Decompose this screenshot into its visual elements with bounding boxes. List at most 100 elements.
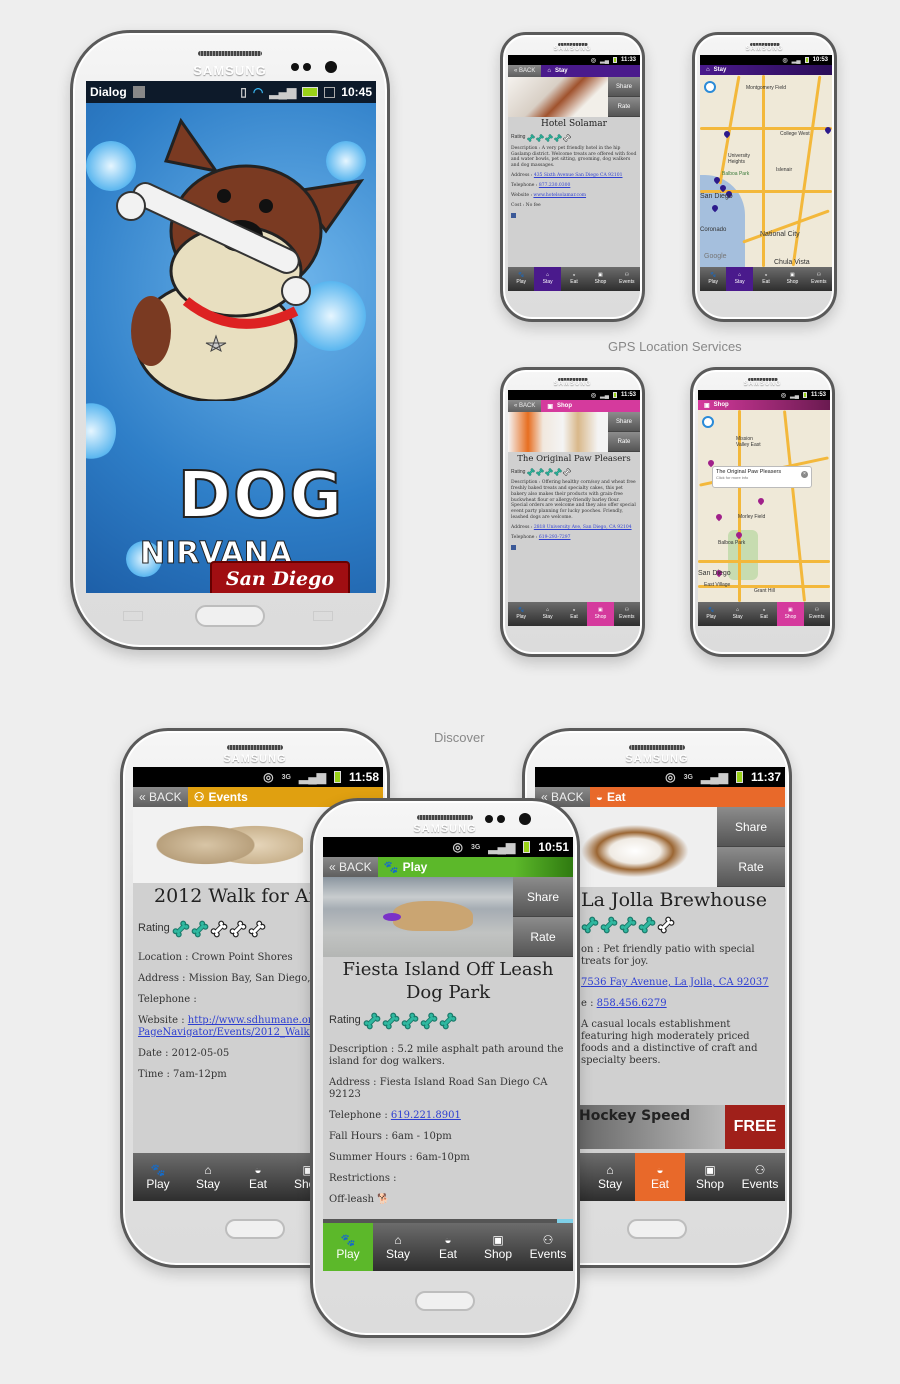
tab-shop[interactable]: ▣ Shop <box>777 602 804 626</box>
bone-empty-icon[interactable] <box>248 920 266 938</box>
bone-empty-icon[interactable] <box>229 920 247 938</box>
share-button[interactable]: Share <box>608 77 640 97</box>
tab-stay[interactable]: ⌂ Stay <box>726 267 753 291</box>
address-link[interactable]: 435 Sixth Avenue San Diego CA 92101 <box>534 173 623 178</box>
bone-filled-icon[interactable] <box>536 133 545 142</box>
back-button[interactable]: « BACK <box>508 400 542 412</box>
tab-play[interactable]: 🐾Play <box>700 267 726 291</box>
rate-button[interactable]: Rate <box>608 432 640 452</box>
tab-stay[interactable]: ⌂ Stay <box>585 1153 635 1201</box>
bone-empty-icon[interactable] <box>563 468 572 476</box>
tab-events[interactable]: ⚇Events <box>735 1153 785 1201</box>
bone-filled-icon[interactable] <box>554 133 563 142</box>
bone-empty-icon[interactable] <box>210 920 228 938</box>
back-key[interactable] <box>313 611 333 621</box>
tab-stay[interactable]: ⌂ Stay <box>534 602 560 626</box>
bone-filled-icon[interactable] <box>439 1012 457 1030</box>
bone-filled-icon[interactable] <box>554 468 563 476</box>
tab-events[interactable]: ⚇Events <box>804 602 830 626</box>
rate-button[interactable]: Rate <box>608 97 640 117</box>
tab-events[interactable]: ⚇Events <box>614 267 640 291</box>
tab-play[interactable]: 🐾Play <box>323 1223 373 1271</box>
map-info-popup[interactable]: The Original Paw Pleasers Click for more… <box>712 466 812 488</box>
bone-empty-icon[interactable] <box>563 133 572 142</box>
bone-filled-icon[interactable] <box>191 920 209 938</box>
bone-empty-icon[interactable] <box>657 916 675 934</box>
tab-shop[interactable]: ▣ Shop <box>587 267 613 291</box>
tab-play[interactable]: 🐾Play <box>133 1153 183 1201</box>
bone-filled-icon[interactable] <box>420 1012 438 1030</box>
tab-play[interactable]: 🐾Play <box>698 602 724 626</box>
bone-filled-icon[interactable] <box>363 1012 381 1030</box>
bone-filled-icon[interactable] <box>619 916 637 934</box>
tab-shop[interactable]: ▣ Shop <box>685 1153 735 1201</box>
share-button[interactable]: Share <box>608 412 640 432</box>
tab-label: Shop <box>483 1246 513 1261</box>
home-button[interactable] <box>415 1291 475 1311</box>
tab-eat[interactable]: ◒ Eat <box>423 1223 473 1271</box>
tab-eat[interactable]: ◒ Eat <box>561 267 587 291</box>
bone-filled-icon[interactable] <box>382 1012 400 1030</box>
bone-filled-icon[interactable] <box>600 916 618 934</box>
address-link[interactable]: 2818 University Ave, San Diego, CA 92104 <box>534 525 632 530</box>
tab-eat[interactable]: ◒ Eat <box>635 1153 685 1201</box>
tab-eat[interactable]: ◒ Eat <box>233 1153 283 1201</box>
website-link[interactable]: www.hotelsolamar.com <box>533 193 586 198</box>
map-pin[interactable] <box>714 512 724 522</box>
home-button[interactable] <box>195 605 265 627</box>
tab-stay[interactable]: ⌂ Stay <box>724 602 750 626</box>
close-icon[interactable]: × <box>801 471 808 478</box>
tab-play[interactable]: 🐾Play <box>508 602 534 626</box>
tab-stay[interactable]: ⌂ Stay <box>183 1153 233 1201</box>
telephone-link[interactable]: 619.221.8901 <box>391 1110 461 1121</box>
ad-cta[interactable]: FREE <box>725 1105 785 1149</box>
tab-shop[interactable]: ▣ Shop <box>779 267 805 291</box>
back-button[interactable]: « BACK <box>323 857 378 877</box>
map-pin[interactable] <box>756 496 766 506</box>
back-button[interactable]: « BACK <box>508 65 542 77</box>
address-link[interactable]: 7536 Fay Avenue, La Jolla, CA 92037 <box>581 977 769 988</box>
rate-button[interactable]: Rate <box>717 847 785 887</box>
map-view[interactable]: Montgomery Field College West University… <box>700 75 832 267</box>
facebook-icon[interactable] <box>511 212 516 218</box>
my-location-button[interactable] <box>702 416 714 428</box>
hero-actions: Share Rate <box>717 807 785 887</box>
splash-screen[interactable]: Dialog ▯ ◠ ▂▄▆ 10:45 DOG NIRVANA San Die… <box>86 81 376 593</box>
back-button[interactable]: « BACK <box>133 787 188 807</box>
tab-eat[interactable]: ◒ Eat <box>753 267 779 291</box>
bone-filled-icon[interactable] <box>545 468 554 476</box>
tab-events[interactable]: ⚇Events <box>614 602 640 626</box>
bone-filled-icon[interactable] <box>581 916 599 934</box>
bone-filled-icon[interactable] <box>527 133 536 142</box>
tab-eat[interactable]: ◒ Eat <box>561 602 587 626</box>
bone-filled-icon[interactable] <box>638 916 656 934</box>
telephone-link[interactable]: 619-293-7297 <box>539 535 571 540</box>
bone-filled-icon[interactable] <box>545 133 554 142</box>
tab-stay[interactable]: ⌂ Stay <box>373 1223 423 1271</box>
telephone-link[interactable]: 877.230.0300 <box>539 183 571 188</box>
map-view[interactable]: The Original Paw Pleasers Click for more… <box>698 410 830 602</box>
home-button[interactable] <box>225 1219 285 1239</box>
bone-filled-icon[interactable] <box>172 920 190 938</box>
telephone-link[interactable]: 858.456.6279 <box>597 998 667 1009</box>
bone-filled-icon[interactable] <box>536 468 545 476</box>
facebook-icon[interactable] <box>511 544 516 550</box>
menu-key[interactable] <box>123 611 143 621</box>
signal-icon: ▂▄▆ <box>701 770 728 784</box>
my-location-button[interactable] <box>704 81 716 93</box>
telephone-row: Telephone : 619-293-7297 <box>511 535 637 541</box>
bone-filled-icon[interactable] <box>401 1012 419 1030</box>
tab-shop[interactable]: ▣ Shop <box>473 1223 523 1271</box>
bone-filled-icon[interactable] <box>527 468 536 476</box>
tab-shop[interactable]: ▣ Shop <box>587 602 614 626</box>
ad-banner[interactable]: Hockey Speed FREE <box>575 1105 785 1149</box>
home-button[interactable] <box>627 1219 687 1239</box>
tab-events[interactable]: ⚇Events <box>806 267 832 291</box>
tab-events[interactable]: ⚇Events <box>523 1223 573 1271</box>
tab-play[interactable]: 🐾Play <box>508 267 534 291</box>
rate-button[interactable]: Rate <box>513 917 573 957</box>
share-button[interactable]: Share <box>513 877 573 917</box>
share-button[interactable]: Share <box>717 807 785 847</box>
tab-stay[interactable]: ⌂ Stay <box>534 267 561 291</box>
tab-eat[interactable]: ◒ Eat <box>751 602 777 626</box>
